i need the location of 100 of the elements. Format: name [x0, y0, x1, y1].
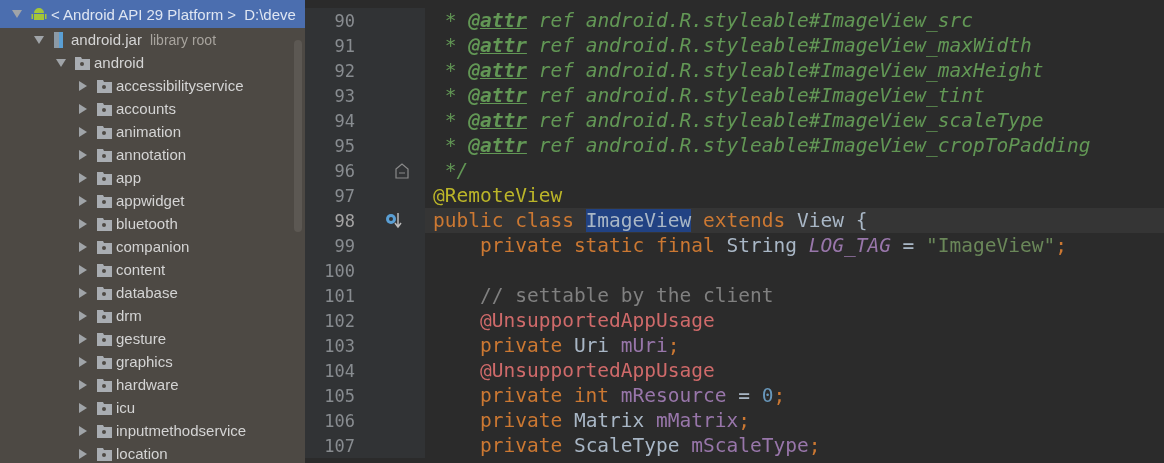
package-icon — [96, 399, 113, 416]
tree-row[interactable]: database — [0, 281, 305, 304]
tree-row[interactable]: < Android API 29 Platform > D:\deve — [0, 0, 305, 28]
tree-row[interactable]: accessibilityservice — [0, 74, 305, 97]
expand-arrow-icon[interactable] — [56, 57, 66, 68]
package-icon — [96, 238, 113, 255]
line-number: 97 — [333, 185, 355, 206]
line-number: 92 — [333, 60, 355, 81]
tree-row[interactable]: app — [0, 166, 305, 189]
expand-arrow-icon[interactable] — [78, 264, 88, 275]
expand-arrow-icon[interactable] — [78, 126, 88, 137]
expand-arrow-icon[interactable] — [78, 149, 88, 160]
expand-arrow-icon[interactable] — [34, 34, 44, 45]
line-number: 102 — [323, 310, 355, 331]
tree-row[interactable]: hardware — [0, 373, 305, 396]
expand-arrow-icon[interactable] — [78, 218, 88, 229]
code-line: * @attr ref android.R.styleable#ImageView_cropToPadding — [443, 134, 1091, 157]
line-number: 90 — [333, 10, 355, 31]
expand-arrow-icon[interactable] — [78, 402, 88, 413]
code-line: private Matrix mMatrix; — [478, 409, 750, 432]
tree-row[interactable]: graphics — [0, 350, 305, 373]
expand-arrow-icon[interactable] — [78, 333, 88, 344]
tree-row[interactable]: accounts — [0, 97, 305, 120]
code-line: * @attr ref android.R.styleable#ImageView_maxWidth — [443, 34, 1032, 57]
package-icon — [96, 284, 113, 301]
package-icon — [96, 261, 113, 278]
code-line: * @attr ref android.R.styleable#ImageView_src — [443, 9, 974, 32]
tree-row[interactable]: bluetooth — [0, 212, 305, 235]
tree-row[interactable]: gesture — [0, 327, 305, 350]
tree-label: app — [116, 169, 142, 186]
expand-arrow-icon[interactable] — [78, 103, 88, 114]
package-icon — [96, 169, 113, 186]
code-line: @UnsupportedAppUsage — [478, 309, 715, 332]
tree-row[interactable]: animation — [0, 120, 305, 143]
circle-arrow-icon[interactable] — [385, 211, 403, 230]
tree-label-suffix: D:\deve — [244, 5, 296, 23]
tree-label: inputmethodservice — [116, 422, 247, 439]
package-icon — [96, 307, 113, 324]
package-icon — [96, 77, 113, 94]
tree-label: < Android API 29 Platform > — [51, 5, 237, 23]
line-number: 103 — [323, 335, 355, 356]
line-number: 95 — [333, 135, 355, 156]
tree-label: graphics — [116, 353, 173, 370]
package-icon — [96, 376, 113, 393]
code-line: private ScaleType mScaleType; — [478, 434, 821, 457]
code-line: private static final String LOG_TAG = "ImageView"; — [478, 234, 1067, 257]
tree-row[interactable]: companion — [0, 235, 305, 258]
code-line: */ — [443, 159, 469, 182]
code-line: private int mResource = 0; — [478, 384, 786, 407]
line-number: 99 — [333, 235, 355, 256]
code-line: * @attr ref android.R.styleable#ImageView_tint — [443, 84, 985, 107]
package-icon — [96, 123, 113, 140]
tree-row[interactable]: location — [0, 442, 305, 463]
expand-arrow-icon[interactable] — [78, 172, 88, 183]
line-number: 104 — [323, 360, 355, 381]
package-icon — [96, 215, 113, 232]
tree-label: companion — [116, 238, 190, 255]
expand-arrow-icon[interactable] — [78, 80, 88, 91]
tree-row[interactable]: android — [0, 51, 305, 74]
tree-label: hardware — [116, 376, 179, 393]
tree-label: appwidget — [116, 192, 185, 209]
tree-row[interactable]: inputmethodservice — [0, 419, 305, 442]
package-icon — [96, 146, 113, 163]
line-number: 91 — [333, 35, 355, 56]
tree-label: accounts — [116, 100, 177, 117]
line-number: 94 — [333, 110, 355, 131]
tree-row[interactable]: annotation — [0, 143, 305, 166]
expand-arrow-icon[interactable] — [78, 195, 88, 206]
tree-row[interactable]: icu — [0, 396, 305, 419]
tree-row[interactable]: content — [0, 258, 305, 281]
line-number: 96 — [333, 160, 355, 181]
expand-arrow-icon[interactable] — [78, 379, 88, 390]
package-icon — [74, 54, 91, 71]
code-line: @RemoteView — [433, 184, 563, 207]
package-icon — [96, 100, 113, 117]
tree-label: annotation — [116, 146, 187, 163]
package-icon — [96, 353, 113, 370]
line-number: 98 — [333, 210, 355, 231]
tree-label: location — [116, 445, 168, 462]
tree-row[interactable]: appwidget — [0, 189, 305, 212]
code-line: * @attr ref android.R.styleable#ImageView_maxHeight — [443, 59, 1044, 82]
tree-label: database — [116, 284, 178, 301]
expand-arrow-icon[interactable] — [78, 448, 88, 459]
package-icon — [96, 192, 113, 209]
fold-icon[interactable] — [395, 162, 409, 179]
tree-label: bluetooth — [116, 215, 178, 232]
code-line: public class ImageView extends View { — [433, 209, 868, 232]
tree-row[interactable]: android.jar library root — [0, 28, 305, 51]
expand-arrow-icon[interactable] — [78, 241, 88, 252]
expand-arrow-icon[interactable] — [78, 356, 88, 367]
tree-row[interactable]: drm — [0, 304, 305, 327]
expand-arrow-icon[interactable] — [12, 9, 22, 19]
tree-label: icu — [116, 399, 136, 416]
expand-arrow-icon[interactable] — [78, 425, 88, 436]
code-line: // settable by the client — [478, 284, 774, 307]
tree-label: gesture — [116, 330, 167, 347]
expand-arrow-icon[interactable] — [78, 287, 88, 298]
code-line: @UnsupportedAppUsage — [478, 359, 715, 382]
tree-label: animation — [116, 123, 182, 140]
expand-arrow-icon[interactable] — [78, 310, 88, 321]
